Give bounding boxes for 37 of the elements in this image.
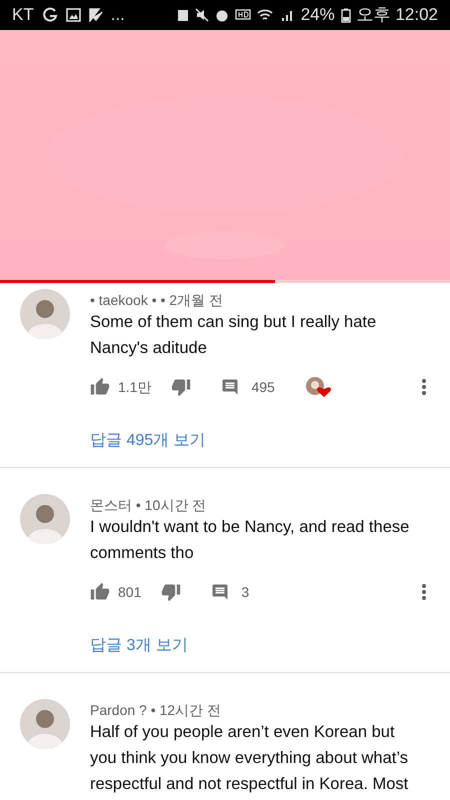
more-icon [422,379,426,395]
dislike-button[interactable] [161,582,182,602]
thumbs-down-icon [171,377,192,397]
more-icon [422,584,426,600]
avatar[interactable] [20,699,70,749]
like-button[interactable]: 801 [90,582,142,602]
dislike-button[interactable] [171,377,192,397]
thumbs-down-icon [161,582,182,602]
view-replies-link[interactable]: 답글 495개 보기 [90,429,206,453]
comment-text: Half of you people aren’t even Korean but you think you know everything about what’s respectful and not respectful in Korea. Most [90,722,410,795]
carrier-label: KT [12,4,34,26]
avatar[interactable] [20,289,70,339]
comment-meta: Pardon ? • 12시간 전 [90,701,222,719]
thumbs-up-icon [90,582,110,602]
mute-icon [194,8,209,22]
thumbs-up-icon [90,377,110,397]
google-icon [42,7,58,23]
comment-meta: • taekook • • 2개월 전 [90,291,224,309]
clock: 오후 12:02 [356,4,438,26]
like-button[interactable]: 1.1만 [90,376,152,398]
comment-icon [211,583,230,601]
view-replies-link[interactable]: 답글 3개 보기 [90,634,188,658]
more-notifications-label: ... [110,4,125,26]
comment-meta: 몬스터 • 10시간 전 [90,496,208,514]
battery-percent: 24% [300,4,335,26]
reply-button[interactable]: 495 [221,376,275,398]
comment-text: Some of them can sing but I really hate Nancy's aditude [90,312,378,359]
avatar[interactable] [20,494,70,544]
comment-text: I wouldn't want to be Nancy, and read these comments tho [90,517,410,564]
hd-icon [234,8,251,22]
image-icon [66,8,81,22]
signal-icon [280,8,295,22]
comment-icon [221,378,240,396]
reply-button[interactable]: 3 [211,582,250,602]
video-progress-track[interactable] [0,280,450,283]
wifi-icon [256,8,275,22]
battery-icon [340,8,351,22]
